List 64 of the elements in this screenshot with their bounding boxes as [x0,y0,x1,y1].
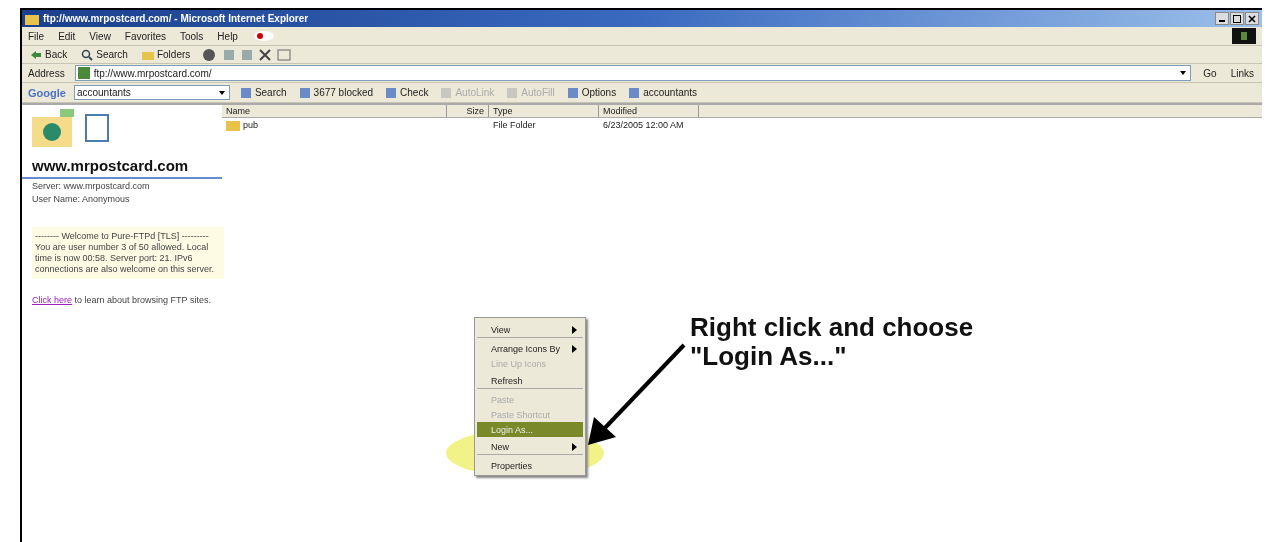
folder-icon [141,49,154,60]
menu-item[interactable]: Edit [58,30,76,42]
user-name-text: User Name: Anonymous [31,194,130,205]
menu-item[interactable]: Favorites [124,30,166,42]
menu-item[interactable]: View [89,30,111,42]
maximize-icon [1233,14,1241,23]
toolbar-icon [506,86,519,99]
submenu-arrow-icon [572,344,577,353]
google-search-field[interactable]: accountants [73,85,230,100]
link-description: to learn about browsing FTP sites. [74,295,211,305]
annotation-text: Right click and choose [690,313,974,342]
site-heading: www.mrpostcard.com [22,151,222,179]
google-toolbar-button[interactable]: Options [564,86,619,99]
file-name[interactable]: pub [243,120,259,130]
toolbar-icon [566,86,579,99]
menu-item[interactable]: File [28,30,45,42]
column-header[interactable]: Type [489,105,599,117]
column-header[interactable]: Size [447,105,489,117]
server-text: Server: www.mrpostcard.com [31,181,150,192]
menu-item[interactable]: Help [217,30,238,42]
address-label: Address [28,67,65,79]
toolbar-icon [298,86,311,99]
file-modified: 6/23/2005 12:00 AM [603,120,684,130]
back-button[interactable]: Back [28,49,70,60]
logo-icon [251,30,276,42]
context-menu-item[interactable]: Login As... [477,422,583,437]
maximize-button[interactable] [1230,12,1244,25]
context-menu-item[interactable]: Properties [477,458,583,473]
context-menu-item[interactable]: View [477,320,583,338]
column-header[interactable]: Name [222,105,447,117]
context-menu-item[interactable]: Refresh [477,371,583,389]
links-button[interactable]: Links [1228,67,1256,79]
search-button[interactable]: Search [79,48,130,61]
close-button[interactable] [1245,12,1259,25]
address-field[interactable]: ftp://www.mrpostcard.com/ [74,65,1192,81]
minimize-icon [1219,20,1225,22]
google-toolbar-button[interactable]: 3677 blocked [296,86,376,99]
go-button[interactable]: Go [1201,67,1219,79]
submenu-arrow-icon [572,442,577,451]
folders-button[interactable]: Folders [139,49,193,60]
column-header[interactable]: Modified [599,105,699,117]
folder-icon [226,119,240,131]
submenu-arrow-icon [572,325,577,334]
back-arrow-icon [30,49,42,60]
search-icon [81,48,94,61]
window-title: ftp://www.mrpostcard.com/ - Microsoft Internet Explorer [43,13,309,24]
google-toolbar-button[interactable]: Check [383,86,431,99]
toolbar-icon [239,86,252,99]
click-here-link[interactable]: Click here [32,295,72,305]
close-icon [1248,14,1256,23]
annotation-text: "Login As..." [690,342,848,371]
context-menu-item[interactable]: New [477,437,583,455]
google-logo: Google [28,86,66,99]
menu-item[interactable]: Tools [180,30,204,42]
folder-icon [25,12,39,25]
minimize-button[interactable] [1215,12,1229,25]
google-toolbar-button[interactable]: accountants [626,86,700,99]
toolbar-icon [440,86,453,99]
google-toolbar-button[interactable]: Search [237,86,289,99]
context-menu-item[interactable]: Arrange Icons By [477,341,583,356]
toolbar-icon [628,86,641,99]
toolbar-icon [385,86,398,99]
welcome-message: -------- Welcome to Pure-FTPd [TLS] --------- You are user number 3 of 50 allowed. Local time is now 00:58. Server port: 21. IPv6 connections are also welcome on this server. [32,227,224,279]
file-type: File Folder [493,120,536,130]
